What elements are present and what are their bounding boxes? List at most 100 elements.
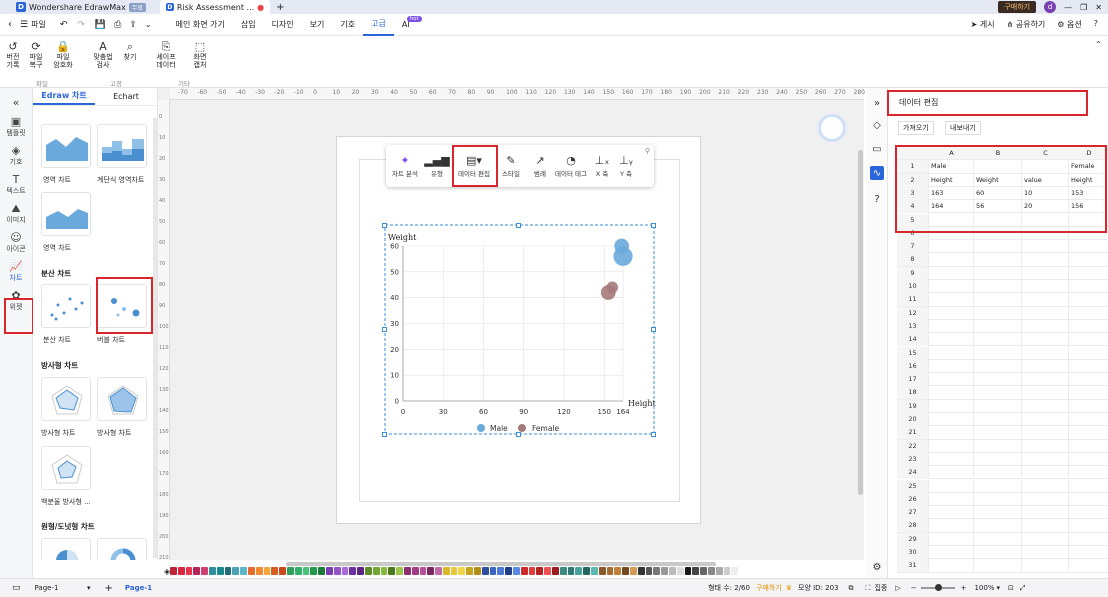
- color-swatch[interactable]: [575, 567, 583, 575]
- grid-cell[interactable]: [973, 359, 1021, 373]
- grid-cell[interactable]: [1068, 359, 1108, 373]
- color-swatch[interactable]: [302, 567, 310, 575]
- color-swatch[interactable]: [715, 567, 723, 575]
- zoom-in-icon[interactable]: +: [961, 584, 967, 592]
- page-select[interactable]: Page-1 ▾: [35, 584, 91, 592]
- color-swatch[interactable]: [520, 567, 528, 575]
- grid-cell[interactable]: [973, 559, 1021, 573]
- grid-cell[interactable]: [928, 346, 973, 360]
- grid-cell[interactable]: [1068, 546, 1108, 559]
- grid-cell[interactable]: [973, 466, 1021, 480]
- rail-symbols[interactable]: ◈ 기호: [0, 144, 32, 167]
- color-swatch[interactable]: [177, 567, 185, 575]
- grid-cell[interactable]: [928, 452, 973, 466]
- grid-cell[interactable]: [1021, 492, 1068, 506]
- color-swatch[interactable]: [411, 567, 419, 575]
- grid-cell[interactable]: [1021, 439, 1068, 453]
- grid-cell[interactable]: [928, 386, 973, 400]
- grid-cell[interactable]: [928, 399, 973, 413]
- grid-cell[interactable]: [1021, 306, 1068, 320]
- chart-data-icon[interactable]: ∿: [870, 166, 884, 180]
- color-swatch[interactable]: [497, 567, 505, 575]
- new-tab-icon[interactable]: +: [276, 2, 284, 13]
- grid-cell[interactable]: [928, 306, 973, 320]
- color-swatch[interactable]: [185, 567, 193, 575]
- fill-icon[interactable]: ◇: [870, 118, 884, 132]
- grid-cell[interactable]: [973, 293, 1021, 307]
- grid-cell[interactable]: [1021, 399, 1068, 413]
- color-swatch[interactable]: [341, 567, 349, 575]
- resize-handle-tl[interactable]: [382, 223, 387, 228]
- resize-handle-tr[interactable]: [651, 223, 656, 228]
- grid-cell[interactable]: [973, 280, 1021, 293]
- spell-check-button[interactable]: A 맞춤법 검사: [90, 40, 116, 69]
- publish-button[interactable]: ➤ 게시: [971, 19, 995, 30]
- minimize-icon[interactable]: —: [1064, 3, 1072, 12]
- color-swatch[interactable]: [193, 567, 201, 575]
- grid-cell[interactable]: [928, 492, 973, 506]
- grid-cell[interactable]: [928, 280, 973, 293]
- color-swatch[interactable]: [255, 567, 263, 575]
- grid-cell[interactable]: [1068, 266, 1108, 280]
- grid-cell[interactable]: [928, 253, 973, 267]
- help-icon[interactable]: ?: [1094, 19, 1098, 30]
- color-swatch[interactable]: [310, 567, 318, 575]
- grid-cell[interactable]: [1021, 506, 1068, 520]
- color-swatch[interactable]: [333, 567, 341, 575]
- zoom-out-icon[interactable]: −: [911, 584, 917, 592]
- grid-cell[interactable]: [973, 386, 1021, 400]
- color-swatch[interactable]: [318, 567, 325, 575]
- play-icon[interactable]: ▷: [895, 584, 900, 592]
- grid-cell[interactable]: [928, 266, 973, 280]
- legend-female-label[interactable]: Female: [532, 424, 560, 433]
- stepped-area-chart-thumb[interactable]: [97, 124, 147, 168]
- fullscreen-icon[interactable]: ⤢: [1020, 584, 1026, 593]
- color-swatch[interactable]: [653, 567, 661, 575]
- menu-insert[interactable]: 삽입: [233, 14, 264, 36]
- scatter-chart-thumb[interactable]: [41, 284, 91, 328]
- grid-cell[interactable]: [1021, 452, 1068, 466]
- hamburger-icon[interactable]: ☰: [20, 20, 28, 30]
- color-swatch[interactable]: [349, 567, 357, 575]
- rail-templates[interactable]: ▣ 템플릿: [0, 115, 32, 138]
- library-scrollbar[interactable]: [153, 118, 157, 558]
- options-button[interactable]: ⚙ 옵션: [1057, 19, 1081, 30]
- color-swatch[interactable]: [513, 567, 520, 575]
- grid-cell[interactable]: [1021, 373, 1068, 387]
- color-swatch[interactable]: [466, 567, 474, 575]
- grid-cell[interactable]: [928, 546, 973, 559]
- version-history-button[interactable]: ↺ 버전 기록: [4, 40, 22, 69]
- grid-cell[interactable]: [973, 399, 1021, 413]
- color-swatch[interactable]: [294, 567, 302, 575]
- color-swatch[interactable]: [606, 567, 614, 575]
- color-swatch[interactable]: [700, 567, 707, 575]
- color-swatch[interactable]: [723, 567, 731, 575]
- menu-ai[interactable]: AI hot: [394, 14, 422, 36]
- grid-cell[interactable]: [1021, 479, 1068, 493]
- grid-cell[interactable]: [973, 240, 1021, 254]
- color-swatch[interactable]: [622, 567, 630, 575]
- zoom-level[interactable]: 100%: [974, 584, 994, 592]
- grid-cell[interactable]: [1068, 293, 1108, 307]
- app-tab[interactable]: D Wondershare EdrawMax 무료: [10, 0, 152, 14]
- grid-cell[interactable]: [1068, 386, 1108, 400]
- color-swatch[interactable]: [598, 567, 606, 575]
- shape-data-button[interactable]: ⎘ 셰이프 데이터: [152, 40, 180, 69]
- grid-cell[interactable]: [928, 506, 973, 520]
- rail-image[interactable]: ⛰ 이미지: [0, 202, 32, 225]
- more-icon[interactable]: ⌄: [145, 20, 152, 29]
- y-axis-button[interactable]: ⊥ᵧ Y 축: [614, 145, 638, 187]
- grid-cell[interactable]: [973, 452, 1021, 466]
- color-swatch[interactable]: [380, 567, 388, 575]
- collapse-ribbon-icon[interactable]: ⌃: [1095, 40, 1102, 49]
- page-layout-icon[interactable]: ▭: [12, 583, 21, 593]
- color-swatch[interactable]: [232, 567, 240, 575]
- grid-cell[interactable]: [1021, 253, 1068, 267]
- collapse-panel-icon[interactable]: «: [0, 96, 32, 109]
- grid-cell[interactable]: [1068, 519, 1108, 533]
- resize-handle-bl[interactable]: [382, 432, 387, 437]
- color-swatch[interactable]: [489, 567, 497, 575]
- color-swatch[interactable]: [528, 567, 536, 575]
- grid-cell[interactable]: [1021, 426, 1068, 440]
- fit-icon[interactable]: ⛶: [866, 584, 871, 593]
